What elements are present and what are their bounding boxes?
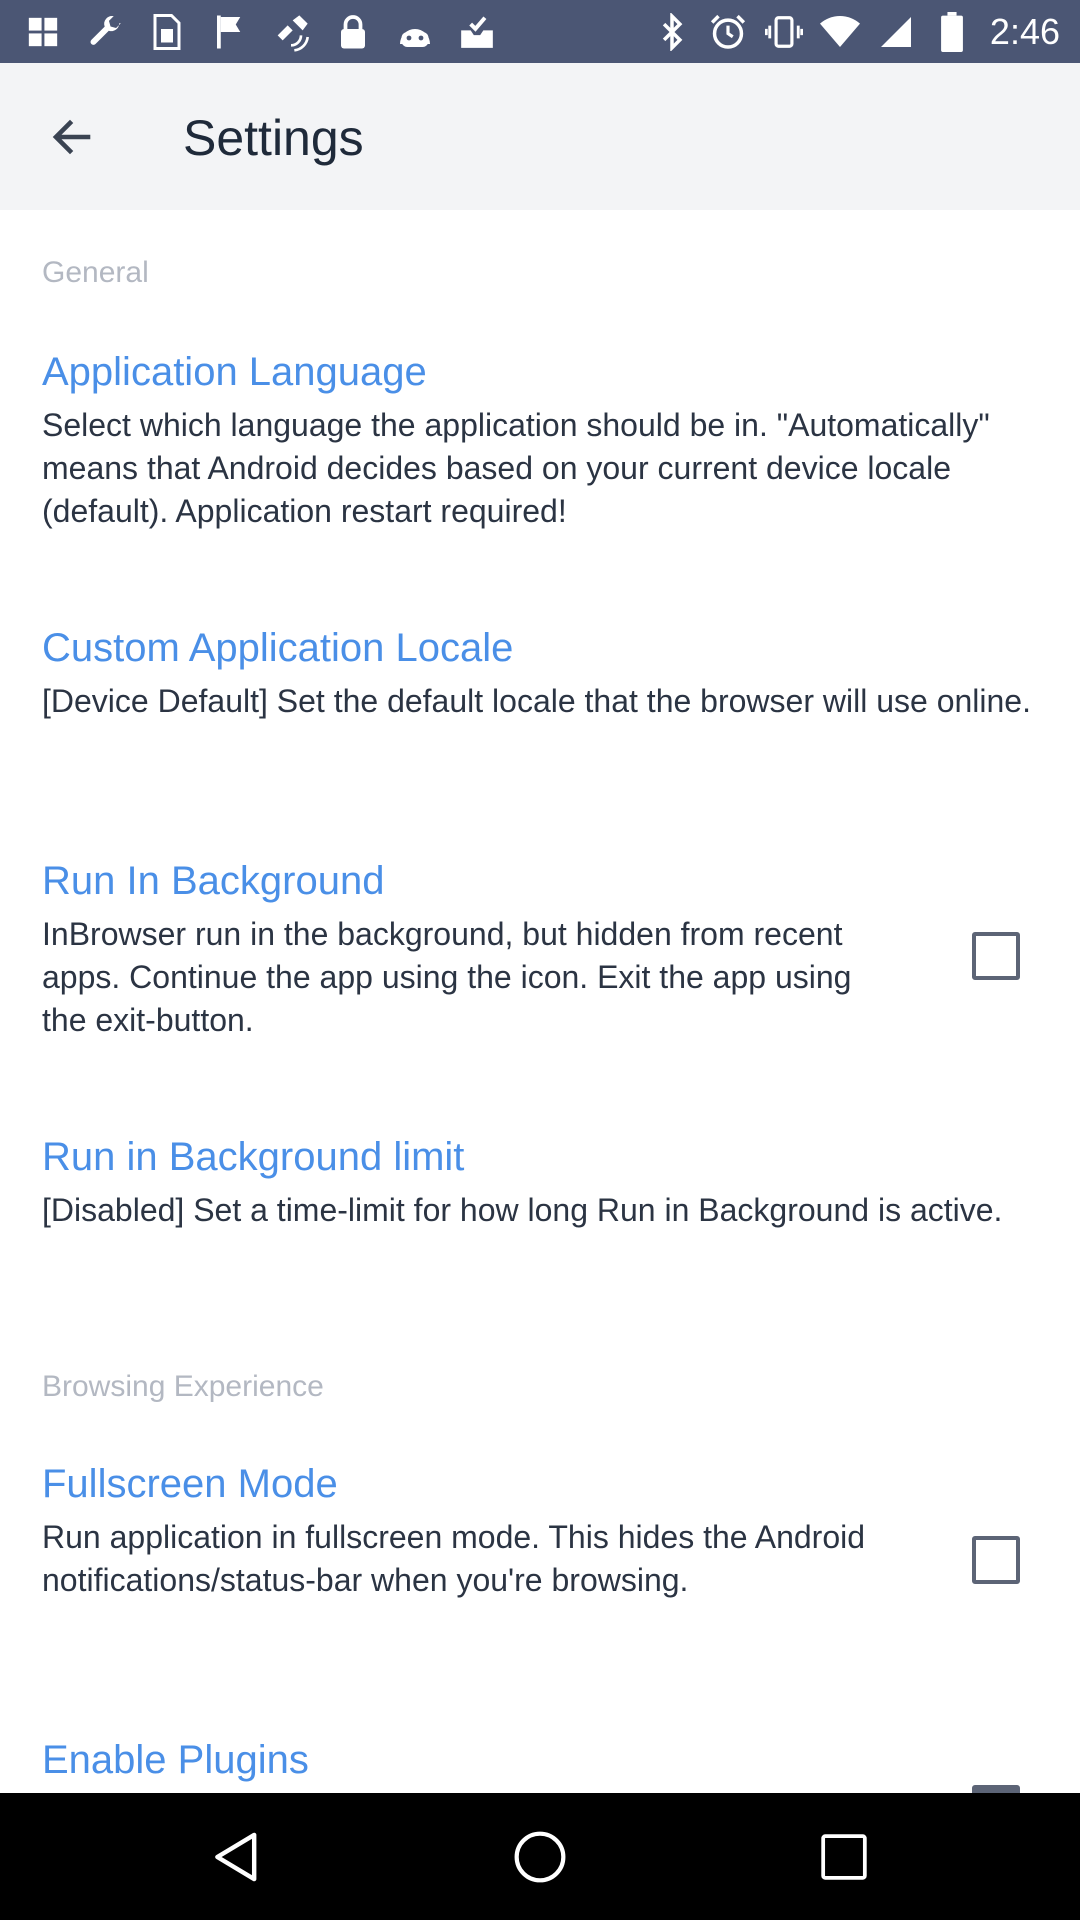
bluetooth-icon [650,10,694,54]
nav-home-button[interactable] [509,1826,571,1888]
setting-title: Run In Background [42,859,385,903]
recents-square-icon [821,1834,867,1880]
wifi-icon [818,10,862,54]
clock-time: 2:46 [989,10,1060,52]
lock-icon [330,9,376,55]
notification-icons [20,0,516,63]
settings-list[interactable]: General Application Language Select whic… [0,210,1080,1793]
system-status-icons: 2:46 [638,0,1060,63]
setting-title: Fullscreen Mode [42,1462,338,1506]
setting-description: [Device Default] Set the default locale … [42,683,1031,719]
status-bar: 2:46 [0,0,1080,63]
screen: 2:46 Settings General Application Langua… [0,0,1080,1920]
app-bar: Settings [0,63,1080,210]
photos-icon [20,9,66,55]
setting-title: Custom Application Locale [42,626,514,670]
inbox-check-icon [454,9,500,55]
run-in-background-checkbox[interactable] [972,932,1020,980]
enable-plugins-checkbox[interactable] [972,1785,1020,1793]
page-title: Settings [183,110,364,166]
arrow-left-icon [52,119,91,155]
flag-icon [206,9,252,55]
section-header-general: General [42,256,149,289]
signal-icon [874,10,918,54]
wrench-icon [82,9,128,55]
setting-description: Select which language the application sh… [42,407,990,529]
sim-card-icon [144,9,190,55]
fullscreen-mode-checkbox[interactable] [972,1536,1020,1584]
nav-recents-button[interactable] [813,1826,875,1888]
alarm-icon [706,10,750,54]
navigation-bar [0,1793,1080,1920]
section-header-browsing-experience: Browsing Experience [42,1370,324,1403]
setting-description: InBrowser run in the background, but hid… [42,916,852,1038]
fake-gps-icon [268,9,314,55]
setting-title: Enable Plugins [42,1738,309,1782]
nav-back-button[interactable] [206,1826,268,1888]
setting-description: Run application in fullscreen mode. This… [42,1519,866,1598]
android-icon [392,9,438,55]
setting-title: Application Language [42,350,427,394]
setting-description: [Disabled] Set a time-limit for how long… [42,1192,1003,1228]
home-circle-icon [514,1831,566,1883]
back-triangle-icon [215,1832,257,1882]
vibrate-icon [762,10,806,54]
setting-title: Run in Background limit [42,1135,465,1179]
battery-icon [930,10,974,54]
back-button[interactable] [40,105,104,169]
